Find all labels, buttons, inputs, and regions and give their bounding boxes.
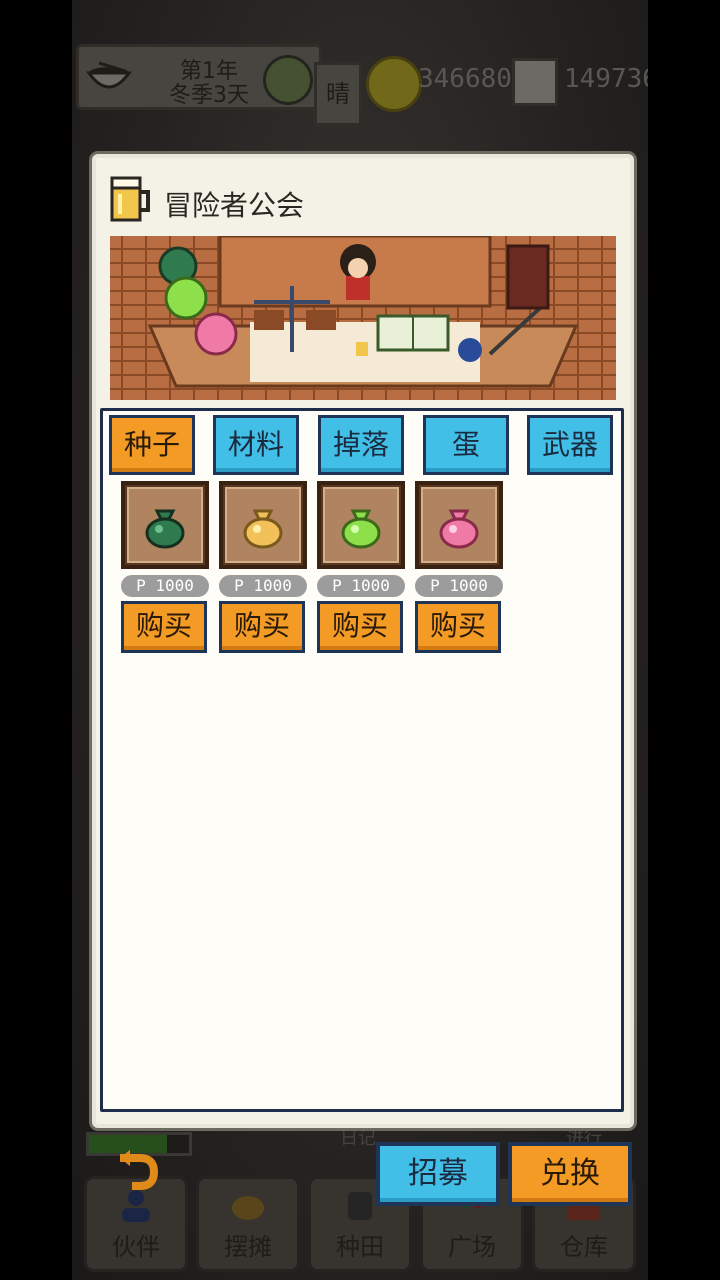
item-slot[interactable]: [415, 481, 503, 569]
recruit-button[interactable]: 招募: [376, 1142, 500, 1206]
guild-dialog: 冒险者公会 种子 材料 掉落 蛋 武器 P 1000 购买 P 1000 购买 …: [92, 154, 634, 1128]
item-price: P 1000: [317, 575, 405, 597]
item-slot[interactable]: [219, 481, 307, 569]
shop-panel: 种子 材料 掉落 蛋 武器 P 1000 购买 P 1000 购买 P 1000…: [100, 408, 624, 1112]
exchange-button[interactable]: 兑换: [508, 1142, 632, 1206]
buy-button[interactable]: 购买: [415, 601, 501, 653]
tab-seeds[interactable]: 种子: [109, 415, 195, 475]
dialog-title: 冒险者公会: [164, 189, 305, 222]
item-price: P 1000: [219, 575, 307, 597]
refresh-icon[interactable]: [110, 1150, 160, 1200]
tab-drops[interactable]: 掉落: [318, 415, 404, 475]
light-green-seed-bag-icon: [341, 509, 381, 549]
shop-item: P 1000 购买: [121, 481, 209, 653]
buy-button[interactable]: 购买: [317, 601, 403, 653]
pink-seed-bag-icon: [439, 509, 479, 549]
guild-counter-scene: [110, 236, 616, 400]
dark-green-seed-bag-icon: [145, 509, 185, 549]
shop-item: P 1000 购买: [415, 481, 503, 653]
yellow-seed-bag-icon: [243, 509, 283, 549]
shop-item: P 1000 购买: [317, 481, 405, 653]
tab-materials[interactable]: 材料: [213, 415, 299, 475]
tab-eggs[interactable]: 蛋: [423, 415, 509, 475]
shop-item: P 1000 购买: [219, 481, 307, 653]
item-slot[interactable]: [317, 481, 405, 569]
buy-button[interactable]: 购买: [219, 601, 305, 653]
beer-mug-icon: [110, 176, 150, 222]
buy-button[interactable]: 购买: [121, 601, 207, 653]
tab-weapons[interactable]: 武器: [527, 415, 613, 475]
game-screen: 第1年 冬季3天 晴 346680 149736 日记 进行 伙伴 摆摊 种田 …: [72, 0, 648, 1280]
item-price: P 1000: [415, 575, 503, 597]
item-slot[interactable]: [121, 481, 209, 569]
item-price: P 1000: [121, 575, 209, 597]
